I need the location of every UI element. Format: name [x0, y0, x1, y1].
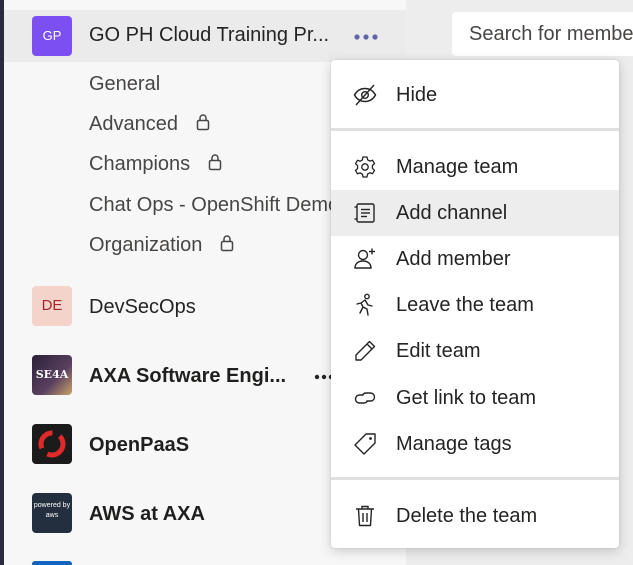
team-name: OpenPaaS [89, 434, 190, 456]
menu-item-label: Leave the team [396, 294, 534, 316]
team-avatar: powered by aws [32, 493, 72, 533]
openshift-logo-icon [38, 430, 66, 458]
menu-item-label: Add member [396, 248, 511, 270]
channel-item[interactable]: Chat Ops - OpenShift Demo [89, 194, 339, 217]
trash-icon [353, 504, 377, 528]
team-avatar [32, 424, 72, 464]
menu-item-label: Edit team [396, 340, 481, 362]
menu-item-add-member[interactable]: Add member [331, 236, 619, 282]
menu-item-get-link[interactable]: Get link to team [331, 375, 619, 421]
more-options-icon[interactable] [353, 28, 379, 44]
menu-item-hide[interactable]: Hide [331, 72, 619, 118]
menu-divider [331, 477, 619, 480]
tag-icon [353, 432, 377, 456]
menu-item-label: Hide [396, 84, 438, 106]
lock-icon [208, 153, 222, 177]
channel-label: Advanced [89, 113, 178, 135]
menu-item-label: Manage team [396, 156, 519, 178]
channel-label: Champions [89, 153, 191, 175]
channel-label: Chat Ops - OpenShift Demo [89, 194, 340, 216]
lock-icon [196, 113, 210, 137]
menu-item-manage-tags[interactable]: Manage tags [331, 421, 619, 467]
menu-item-label: Manage tags [396, 433, 512, 455]
team-name: AWS at AXA [89, 503, 205, 525]
channel-item[interactable]: Champions [89, 153, 222, 177]
add-channel-icon [353, 201, 377, 225]
lock-icon [220, 234, 234, 258]
hide-icon [353, 83, 377, 107]
team-name: AXA Software Engi... [89, 365, 287, 387]
team-avatar: DE [32, 286, 72, 326]
team-avatar: GP [32, 16, 72, 56]
menu-item-delete-team[interactable]: Delete the team [331, 493, 619, 539]
team-name: GO PH Cloud Training Pr... [89, 24, 330, 46]
leave-icon [353, 293, 377, 317]
team-context-menu: Hide Manage team Add channel Add member [331, 60, 619, 548]
team-avatar [32, 561, 72, 565]
add-member-icon [353, 247, 377, 271]
link-icon [353, 386, 377, 410]
menu-item-label: Delete the team [396, 505, 538, 527]
channel-item[interactable]: Advanced [89, 113, 210, 137]
team-avatar: SE4A [32, 355, 72, 395]
menu-item-add-channel[interactable]: Add channel [331, 190, 619, 236]
gear-icon [353, 155, 377, 179]
channel-item[interactable]: General [89, 73, 160, 96]
menu-item-manage-team[interactable]: Manage team [331, 144, 619, 190]
pencil-icon [353, 339, 377, 363]
member-search-input[interactable]: Search for members [452, 12, 633, 56]
menu-item-leave-team[interactable]: Leave the team [331, 282, 619, 328]
team-name: DevSecOps [89, 296, 196, 318]
channel-label: Organization [89, 234, 203, 256]
channel-item[interactable]: Organization [89, 234, 234, 258]
menu-item-label: Add channel [396, 202, 508, 224]
menu-item-edit-team[interactable]: Edit team [331, 328, 619, 374]
menu-item-label: Get link to team [396, 387, 537, 409]
menu-divider [331, 128, 619, 131]
channel-label: General [89, 73, 161, 95]
